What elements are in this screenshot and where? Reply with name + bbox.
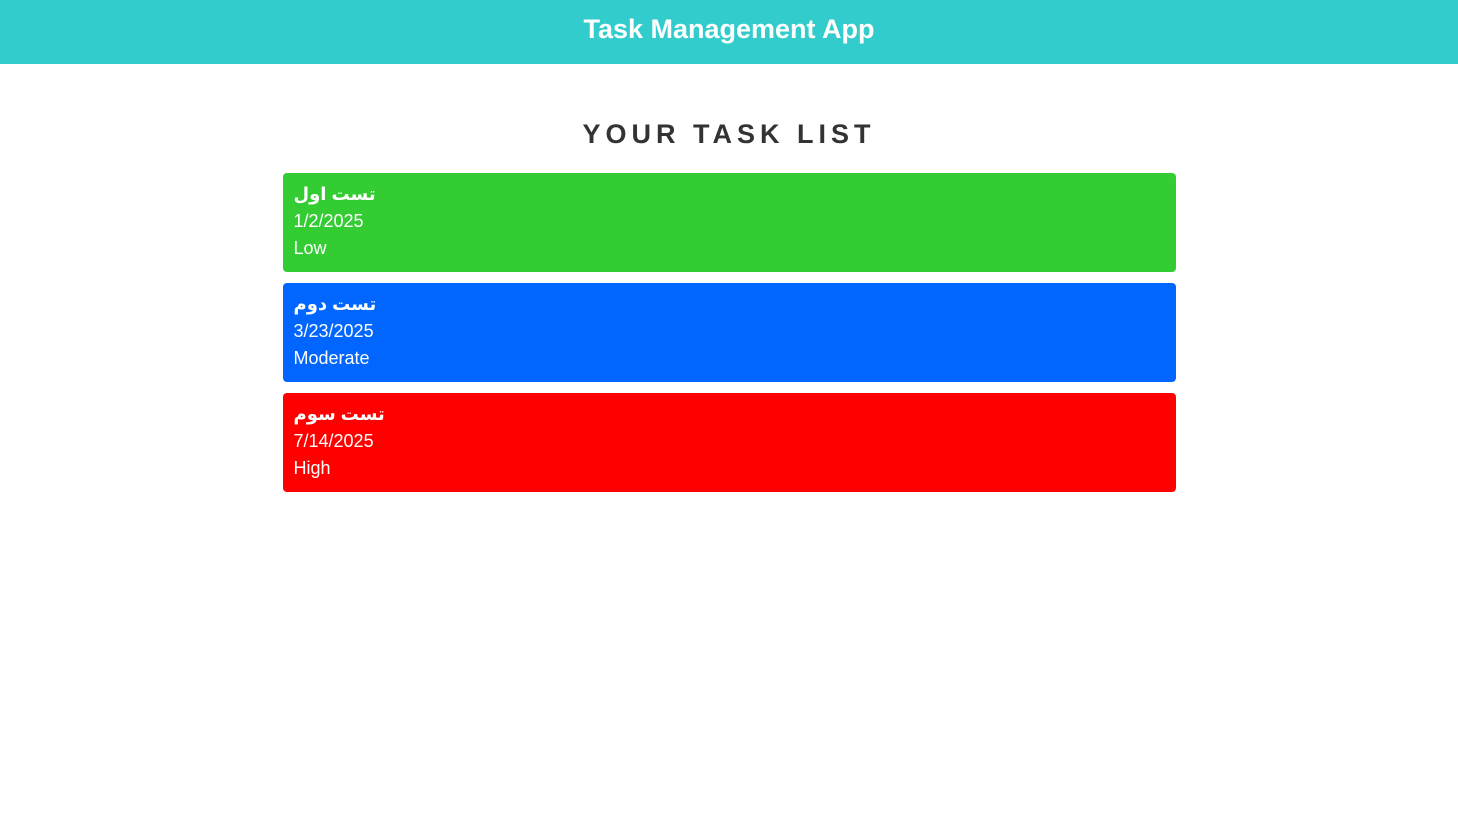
task-priority: Moderate [293,348,370,368]
task-card-moderate[interactable]: تست دوم 3/23/2025 Moderate [282,283,1176,382]
main-content: YOUR TASK LIST تست اول 1/2/2025 Low تست … [282,64,1176,492]
task-due-date: 3/23/2025 [293,321,374,341]
task-list: تست اول 1/2/2025 Low تست دوم 3/23/2025 M… [282,173,1176,492]
task-title: تست اول [293,184,376,204]
task-priority: High [293,458,331,478]
task-card-low[interactable]: تست اول 1/2/2025 Low [282,173,1176,272]
task-list-heading: YOUR TASK LIST [582,119,876,149]
app-title: Task Management App [583,13,875,44]
task-title: تست دوم [293,294,377,314]
task-due-date: 7/14/2025 [293,431,374,451]
task-title: تست سوم [293,404,385,424]
app-header: Task Management App [0,0,1458,64]
task-priority: Low [293,238,327,258]
task-card-high[interactable]: تست سوم 7/14/2025 High [282,393,1176,492]
task-due-date: 1/2/2025 [293,211,364,231]
